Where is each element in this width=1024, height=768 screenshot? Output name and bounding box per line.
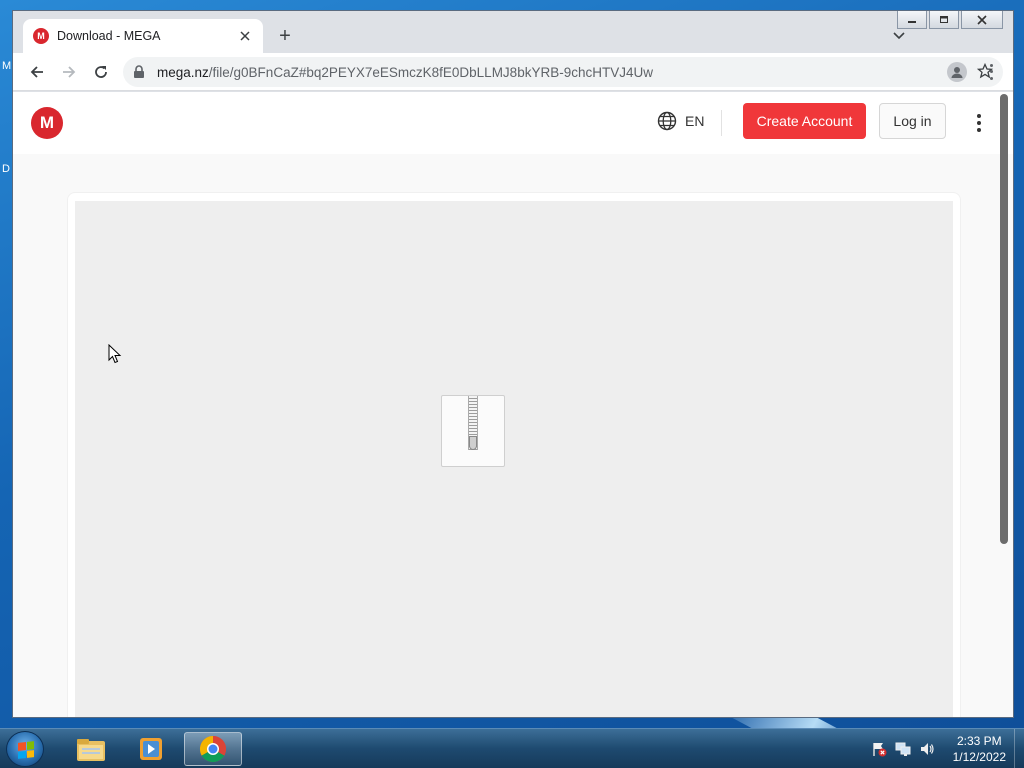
kebab-dot [989,70,993,74]
url-host: mega.nz [157,64,209,80]
chrome-icon [199,735,227,763]
url-text[interactable]: mega.nz/file/g0BFnCaZ#bq2PEYX7eESmczK8fE… [157,65,951,80]
login-button[interactable]: Log in [879,103,946,139]
windows-logo-icon [18,741,34,759]
media-player-icon [140,738,162,760]
action-center-flag-icon[interactable] [871,741,887,757]
mouse-cursor-icon [108,344,122,364]
reload-icon [95,65,107,78]
clock-time: 2:33 PM [956,734,1002,748]
language-label: EN [685,113,705,129]
system-clock[interactable]: 2:33 PM 1/12/2022 [953,733,1006,765]
mega-favicon-icon: M [33,28,49,44]
language-selector[interactable]: EN [657,111,704,131]
forward-button[interactable] [53,56,85,88]
site-menu-button[interactable] [975,113,983,133]
kebab-dot [977,114,981,119]
mega-logo[interactable]: M [31,107,63,139]
arrow-left-icon [30,65,43,78]
folder-icon [77,739,105,761]
zipper-pull [469,436,477,450]
taskbar-explorer[interactable] [62,732,120,766]
site-header: M EN Create Account Log in [13,92,1013,154]
tab-search-button[interactable] [893,29,905,43]
zip-file-icon [441,395,505,467]
globe-icon [657,111,677,131]
web-page: M EN Create Account Log in [13,92,1013,717]
new-tab-button[interactable]: + [273,25,297,49]
tab-close-icon[interactable] [237,28,253,44]
kebab-dot [977,127,981,132]
profile-avatar-icon[interactable] [947,62,967,82]
address-bar[interactable]: mega.nz/file/g0BFnCaZ#bq2PEYX7eESmczK8fE… [123,57,1003,87]
volume-icon[interactable] [919,741,935,757]
arrow-right-icon [63,65,76,78]
back-button[interactable] [21,56,53,88]
kebab-dot [989,77,993,81]
chevron-down-icon [893,32,905,40]
tab-strip: M Download - MEGA + [13,11,1013,53]
browser-toolbar: mega.nz/file/g0BFnCaZ#bq2PEYX7eESmczK8fE… [13,53,1013,91]
create-account-button[interactable]: Create Account [743,103,866,139]
scrollbar-thumb[interactable] [1000,94,1008,544]
tab-download-mega[interactable]: M Download - MEGA [23,19,263,53]
kebab-dot [989,63,993,67]
browser-window: M Download - MEGA + mega.nz/file/g0BFnCa… [12,10,1014,718]
browser-menu-button[interactable] [987,62,995,82]
kebab-dot [977,120,981,125]
taskbar-media-player[interactable] [122,732,180,766]
lock-icon[interactable] [133,65,147,79]
system-tray: 2:33 PM 1/12/2022 [871,731,1014,767]
network-icon[interactable] [895,741,911,757]
clock-date: 1/12/2022 [952,750,1006,764]
taskbar: 2:33 PM 1/12/2022 [0,728,1024,768]
show-desktop-button[interactable] [1014,729,1024,768]
file-preview-area [75,201,953,717]
taskbar-chrome[interactable] [184,732,242,766]
page-scrollbar[interactable] [999,92,1009,717]
start-button[interactable] [6,731,44,767]
desktop-icon-label-d[interactable]: D [2,163,10,175]
desktop-icon-label-m[interactable]: M [2,60,11,72]
reload-button[interactable] [85,56,117,88]
tab-title: Download - MEGA [57,29,161,43]
url-path: /file/g0BFnCaZ#bq2PEYX7eESmczK8fE0DbLLMJ… [208,64,653,80]
header-divider [721,110,722,136]
